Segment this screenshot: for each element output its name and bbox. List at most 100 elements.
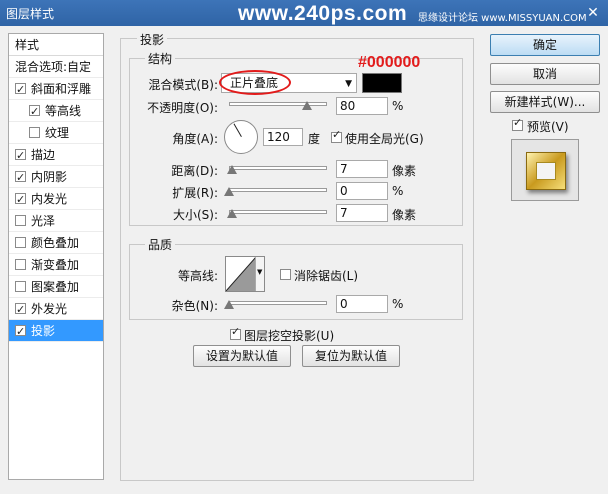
sidebar-item[interactable]: 斜面和浮雕 — [9, 78, 103, 101]
sidebar-item[interactable]: 图案叠加 — [9, 276, 103, 298]
sidebar-item-label: 投影 — [31, 324, 56, 338]
angle-needle — [233, 123, 242, 137]
distance-unit: 像素 — [392, 164, 417, 178]
angle-value: 120 — [267, 130, 290, 144]
sidebar-item-label: 外发光 — [31, 302, 68, 316]
size-slider-thumb[interactable] — [226, 209, 237, 218]
sidebar-item-checkbox[interactable] — [15, 167, 26, 189]
blend-mode-highlight-ellipse — [219, 70, 291, 95]
contour-preview — [226, 257, 256, 291]
opacity-value: 80 — [340, 99, 356, 113]
global-light-checkbox[interactable] — [331, 128, 342, 143]
styles-header: 样式 — [9, 34, 103, 56]
sidebar-item-label: 内阴影 — [31, 170, 68, 184]
distance-slider-thumb[interactable] — [226, 165, 237, 174]
noise-input[interactable]: 0 — [336, 295, 388, 313]
size-label: 大小(S): — [172, 208, 218, 222]
sidebar-item-checkbox[interactable] — [15, 79, 26, 101]
spread-label: 扩展(R): — [172, 186, 218, 200]
sidebar-item[interactable]: 等高线 — [9, 100, 103, 123]
spread-value: 0 — [340, 184, 348, 198]
contour-dropdown-arrow[interactable]: ▼ — [255, 257, 264, 291]
spread-slider-track[interactable] — [229, 188, 327, 192]
opacity-unit: % — [392, 99, 404, 113]
spread-input[interactable]: 0 — [336, 182, 388, 200]
sidebar-item-label: 等高线 — [45, 104, 82, 118]
angle-label: 角度(A): — [172, 132, 218, 146]
distance-value: 7 — [340, 162, 348, 176]
opacity-label: 不透明度(O): — [147, 101, 218, 115]
new-style-button[interactable]: 新建样式(W)... — [490, 91, 600, 113]
sidebar-item-label: 斜面和浮雕 — [31, 82, 92, 96]
sidebar-item-checkbox[interactable] — [15, 281, 26, 292]
sidebar-item[interactable]: 投影 — [9, 320, 103, 343]
sidebar-item-checkbox[interactable] — [15, 259, 26, 270]
sidebar-item-label: 内发光 — [31, 192, 68, 206]
sidebar-item[interactable]: 光泽 — [9, 210, 103, 232]
sidebar-item-checkbox[interactable] — [15, 237, 26, 248]
angle-dial[interactable] — [224, 120, 258, 154]
noise-slider-track[interactable] — [229, 301, 327, 305]
sidebar-item-checkbox[interactable] — [15, 321, 26, 343]
reset-default-button[interactable]: 复位为默认值 — [302, 345, 400, 367]
size-unit: 像素 — [392, 208, 417, 222]
size-slider-track[interactable] — [229, 210, 327, 214]
styles-list: 样式 混合选项:自定斜面和浮雕等高线纹理描边内阴影内发光光泽颜色叠加渐变叠加图案… — [8, 33, 104, 480]
title-bar: 图层样式 www.240ps.com 思缘设计论坛 www.MISSYUAN.C… — [0, 0, 608, 26]
sidebar-item-label: 混合选项:自定 — [15, 60, 92, 74]
global-light-label: 使用全局光(G) — [345, 132, 424, 146]
style-preview-thumbnail — [511, 139, 579, 201]
knockout-label: 图层挖空投影(U) — [244, 329, 335, 343]
sidebar-item-checkbox[interactable] — [15, 299, 26, 321]
preview-inner-square — [536, 162, 556, 180]
antialias-checkbox[interactable] — [280, 269, 291, 280]
preview-label: 预览(V) — [527, 120, 569, 134]
sidebar-item-checkbox[interactable] — [29, 101, 40, 123]
sidebar-item[interactable]: 颜色叠加 — [9, 232, 103, 254]
noise-value: 0 — [340, 297, 348, 311]
shadow-color-swatch[interactable] — [362, 73, 402, 93]
sidebar-item[interactable]: 描边 — [9, 144, 103, 167]
angle-input[interactable]: 120 — [263, 128, 303, 146]
site-watermark: 思缘设计论坛 www.MISSYUAN.COM — [418, 13, 587, 24]
knockout-checkbox[interactable] — [230, 325, 241, 340]
opacity-slider-thumb[interactable] — [302, 101, 313, 110]
preview-gold-frame — [526, 152, 566, 190]
sidebar-item[interactable]: 混合选项:自定 — [9, 56, 103, 78]
sidebar-item-label: 颜色叠加 — [31, 236, 80, 250]
ok-button[interactable]: 确定 — [490, 34, 600, 56]
sidebar-item-label: 光泽 — [31, 214, 56, 228]
close-icon[interactable]: ✕ — [584, 4, 602, 22]
cancel-button[interactable]: 取消 — [490, 63, 600, 85]
distance-input[interactable]: 7 — [336, 160, 388, 178]
opacity-input[interactable]: 80 — [336, 97, 388, 115]
make-default-button[interactable]: 设置为默认值 — [193, 345, 291, 367]
sidebar-item-label: 描边 — [31, 148, 56, 162]
sidebar-item[interactable]: 渐变叠加 — [9, 254, 103, 276]
spread-slider-thumb[interactable] — [224, 187, 234, 196]
contour-picker[interactable]: ▼ — [225, 256, 265, 292]
sidebar-item-checkbox[interactable] — [15, 189, 26, 211]
noise-unit: % — [392, 297, 404, 311]
noise-label: 杂色(N): — [171, 299, 218, 313]
sidebar-item[interactable]: 内阴影 — [9, 166, 103, 189]
sidebar-item[interactable]: 内发光 — [9, 188, 103, 211]
size-value: 7 — [340, 206, 348, 220]
window-title: 图层样式 — [6, 7, 55, 21]
sidebar-item-checkbox[interactable] — [15, 145, 26, 167]
sidebar-item-label: 图案叠加 — [31, 280, 80, 294]
blend-mode-label: 混合模式(B): — [148, 78, 218, 92]
preview-checkbox[interactable] — [512, 116, 523, 131]
angle-unit: 度 — [308, 132, 321, 146]
contour-label: 等高线: — [177, 269, 218, 283]
quality-title: 品质 — [145, 236, 176, 253]
watermark-text: www.240ps.com — [238, 2, 408, 25]
distance-slider-track[interactable] — [229, 166, 327, 170]
sidebar-item[interactable]: 纹理 — [9, 122, 103, 144]
noise-slider-thumb[interactable] — [224, 300, 234, 309]
sidebar-item-label: 纹理 — [45, 126, 70, 140]
sidebar-item-checkbox[interactable] — [15, 215, 26, 226]
size-input[interactable]: 7 — [336, 204, 388, 222]
sidebar-item-checkbox[interactable] — [29, 127, 40, 138]
sidebar-item[interactable]: 外发光 — [9, 298, 103, 321]
